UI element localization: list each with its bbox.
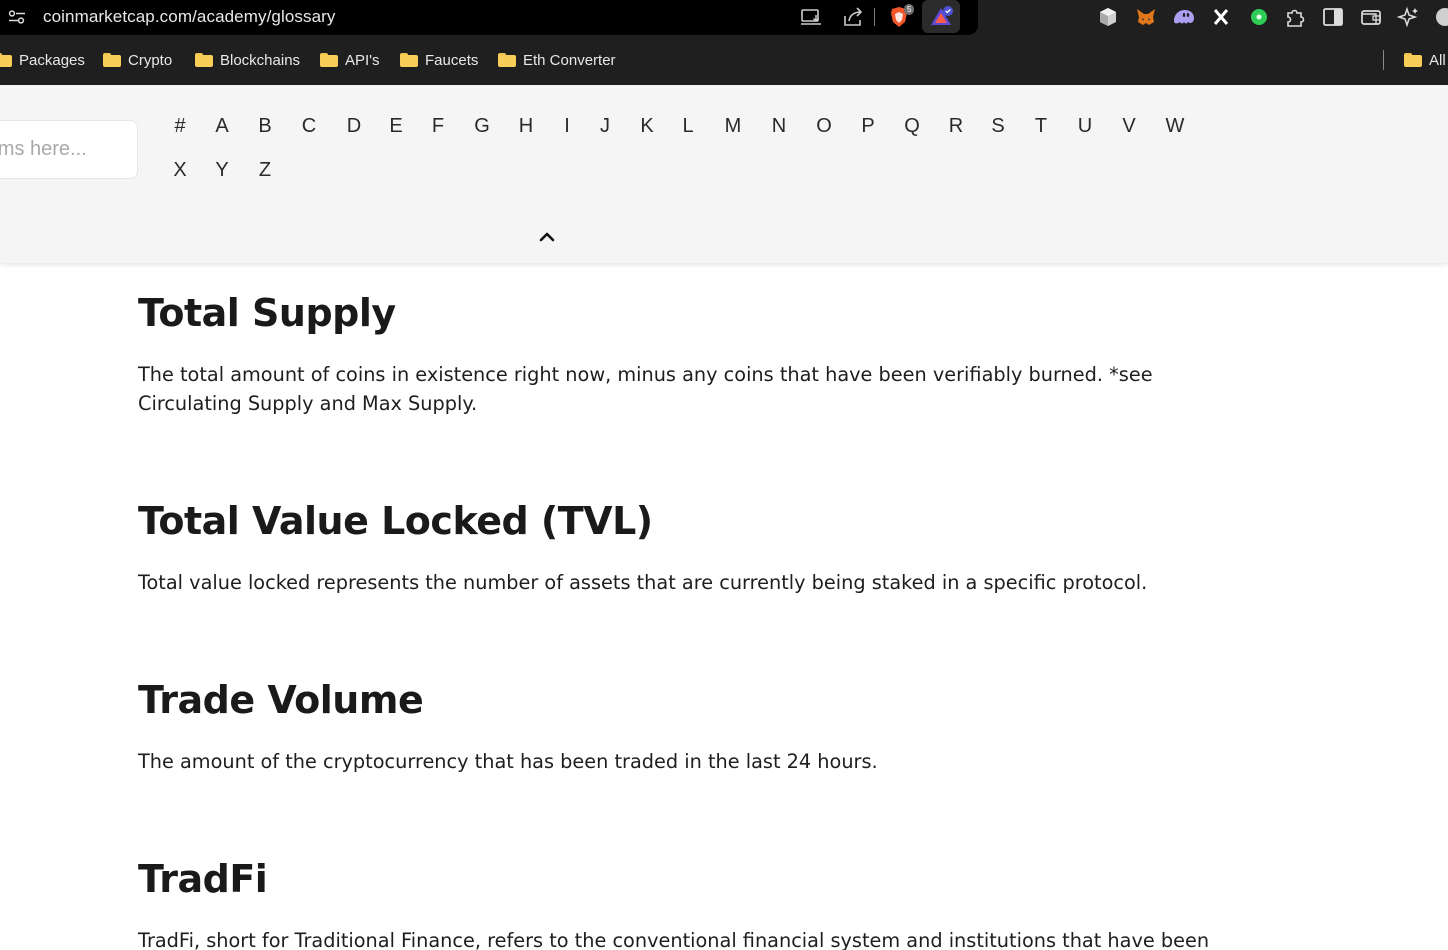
letter-filter-d[interactable]: D	[347, 115, 361, 138]
brave-rewards-button[interactable]	[922, 0, 960, 33]
bookmark-blockchains[interactable]: Blockchains	[195, 48, 300, 72]
letter-filter-b[interactable]: B	[258, 115, 271, 138]
glossary-search-box[interactable]	[0, 120, 138, 179]
entry-title-total-supply: Total Supply	[138, 291, 396, 335]
folder-icon	[195, 53, 213, 67]
letter-filter-h[interactable]: H	[519, 115, 533, 138]
folder-icon	[400, 53, 418, 67]
letter-filter-n[interactable]: N	[772, 115, 786, 138]
brave-shields-count: 5	[904, 4, 915, 15]
entry-title-tradfi: TradFi	[138, 857, 268, 901]
letter-filter-x[interactable]: X	[173, 159, 186, 182]
letter-filter-f[interactable]: F	[432, 115, 444, 138]
bookmark-crypto[interactable]: Crypto	[103, 48, 172, 72]
entry-body-tvl: Total value locked represents the number…	[138, 571, 1148, 594]
metamask-fox-icon[interactable]	[1133, 4, 1159, 30]
collapse-chevron-up-icon[interactable]	[538, 230, 556, 244]
letter-filter-k[interactable]: K	[640, 115, 653, 138]
share-icon[interactable]	[840, 4, 866, 30]
letter-filter-e[interactable]: E	[389, 115, 402, 138]
letter-filter-z[interactable]: Z	[259, 159, 271, 182]
letter-filter-l[interactable]: L	[682, 115, 693, 138]
letter-filter-r[interactable]: R	[949, 115, 963, 138]
letter-filter-v[interactable]: V	[1122, 115, 1135, 138]
letter-filter-j[interactable]: J	[600, 115, 610, 138]
entry-body-tradfi: TradFi, short for Traditional Finance, r…	[138, 929, 1210, 950]
browser-chrome: coinmarketcap.com/academy/glossary 5 Pac…	[0, 0, 1448, 85]
letter-filter-p[interactable]: P	[861, 115, 874, 138]
entry-body-trade-volume: The amount of the cryptocurrency that ha…	[138, 750, 878, 773]
wallet-icon[interactable]	[1358, 4, 1384, 30]
entry-title-trade-volume: Trade Volume	[138, 678, 424, 722]
letter-filter-s[interactable]: S	[991, 115, 1004, 138]
glossary-filter-bar: # A B C D E F G H I J K L M N O P Q R S T U V W X Y Z	[0, 85, 1448, 263]
glossary-search-input[interactable]	[0, 121, 137, 178]
letter-filter-m[interactable]: M	[725, 115, 742, 138]
bookmarks-divider	[1383, 50, 1384, 70]
folder-icon	[320, 53, 338, 67]
phantom-ghost-icon[interactable]	[1171, 4, 1197, 30]
profile-avatar[interactable]	[1436, 8, 1448, 26]
green-dot-icon[interactable]	[1246, 4, 1272, 30]
bookmark-apis[interactable]: API's	[320, 48, 380, 72]
bookmark-faucets[interactable]: Faucets	[400, 48, 478, 72]
letter-filter-o[interactable]: O	[816, 115, 832, 138]
letter-filter-t[interactable]: T	[1035, 115, 1047, 138]
letter-filter-y[interactable]: Y	[215, 159, 228, 182]
letter-filter-hash[interactable]: #	[174, 115, 185, 138]
letter-filter-w[interactable]: W	[1166, 115, 1185, 138]
url-text[interactable]: coinmarketcap.com/academy/glossary	[43, 7, 336, 27]
cast-install-icon[interactable]	[798, 4, 824, 30]
bookmark-all-bookmarks[interactable]: All	[1404, 48, 1446, 72]
sidebar-icon[interactable]	[1320, 4, 1346, 30]
puzzle-icon[interactable]	[1283, 4, 1309, 30]
sparkle-icon[interactable]	[1396, 4, 1422, 30]
folder-icon	[1404, 53, 1422, 67]
bookmark-packages[interactable]: Packages	[0, 48, 85, 72]
brave-rewards-icon	[931, 5, 953, 25]
letter-filter-u[interactable]: U	[1078, 115, 1092, 138]
letter-filter-g[interactable]: G	[474, 115, 490, 138]
letter-filter-a[interactable]: A	[215, 115, 228, 138]
folder-icon	[103, 53, 121, 67]
letter-filter-c[interactable]: C	[302, 115, 316, 138]
x-icon[interactable]	[1208, 4, 1234, 30]
cube-icon[interactable]	[1095, 4, 1121, 30]
address-bar[interactable]: coinmarketcap.com/academy/glossary 5	[0, 0, 978, 35]
folder-icon	[0, 53, 12, 67]
bookmark-eth-converter[interactable]: Eth Converter	[498, 48, 616, 72]
site-settings-icon[interactable]	[8, 9, 26, 25]
letter-filter-q[interactable]: Q	[904, 115, 920, 138]
entry-body-total-supply: The total amount of coins in existence r…	[138, 363, 1153, 415]
letter-filter-i[interactable]: I	[564, 115, 570, 138]
entry-title-tvl: Total Value Locked (TVL)	[138, 499, 653, 543]
folder-icon	[498, 53, 516, 67]
